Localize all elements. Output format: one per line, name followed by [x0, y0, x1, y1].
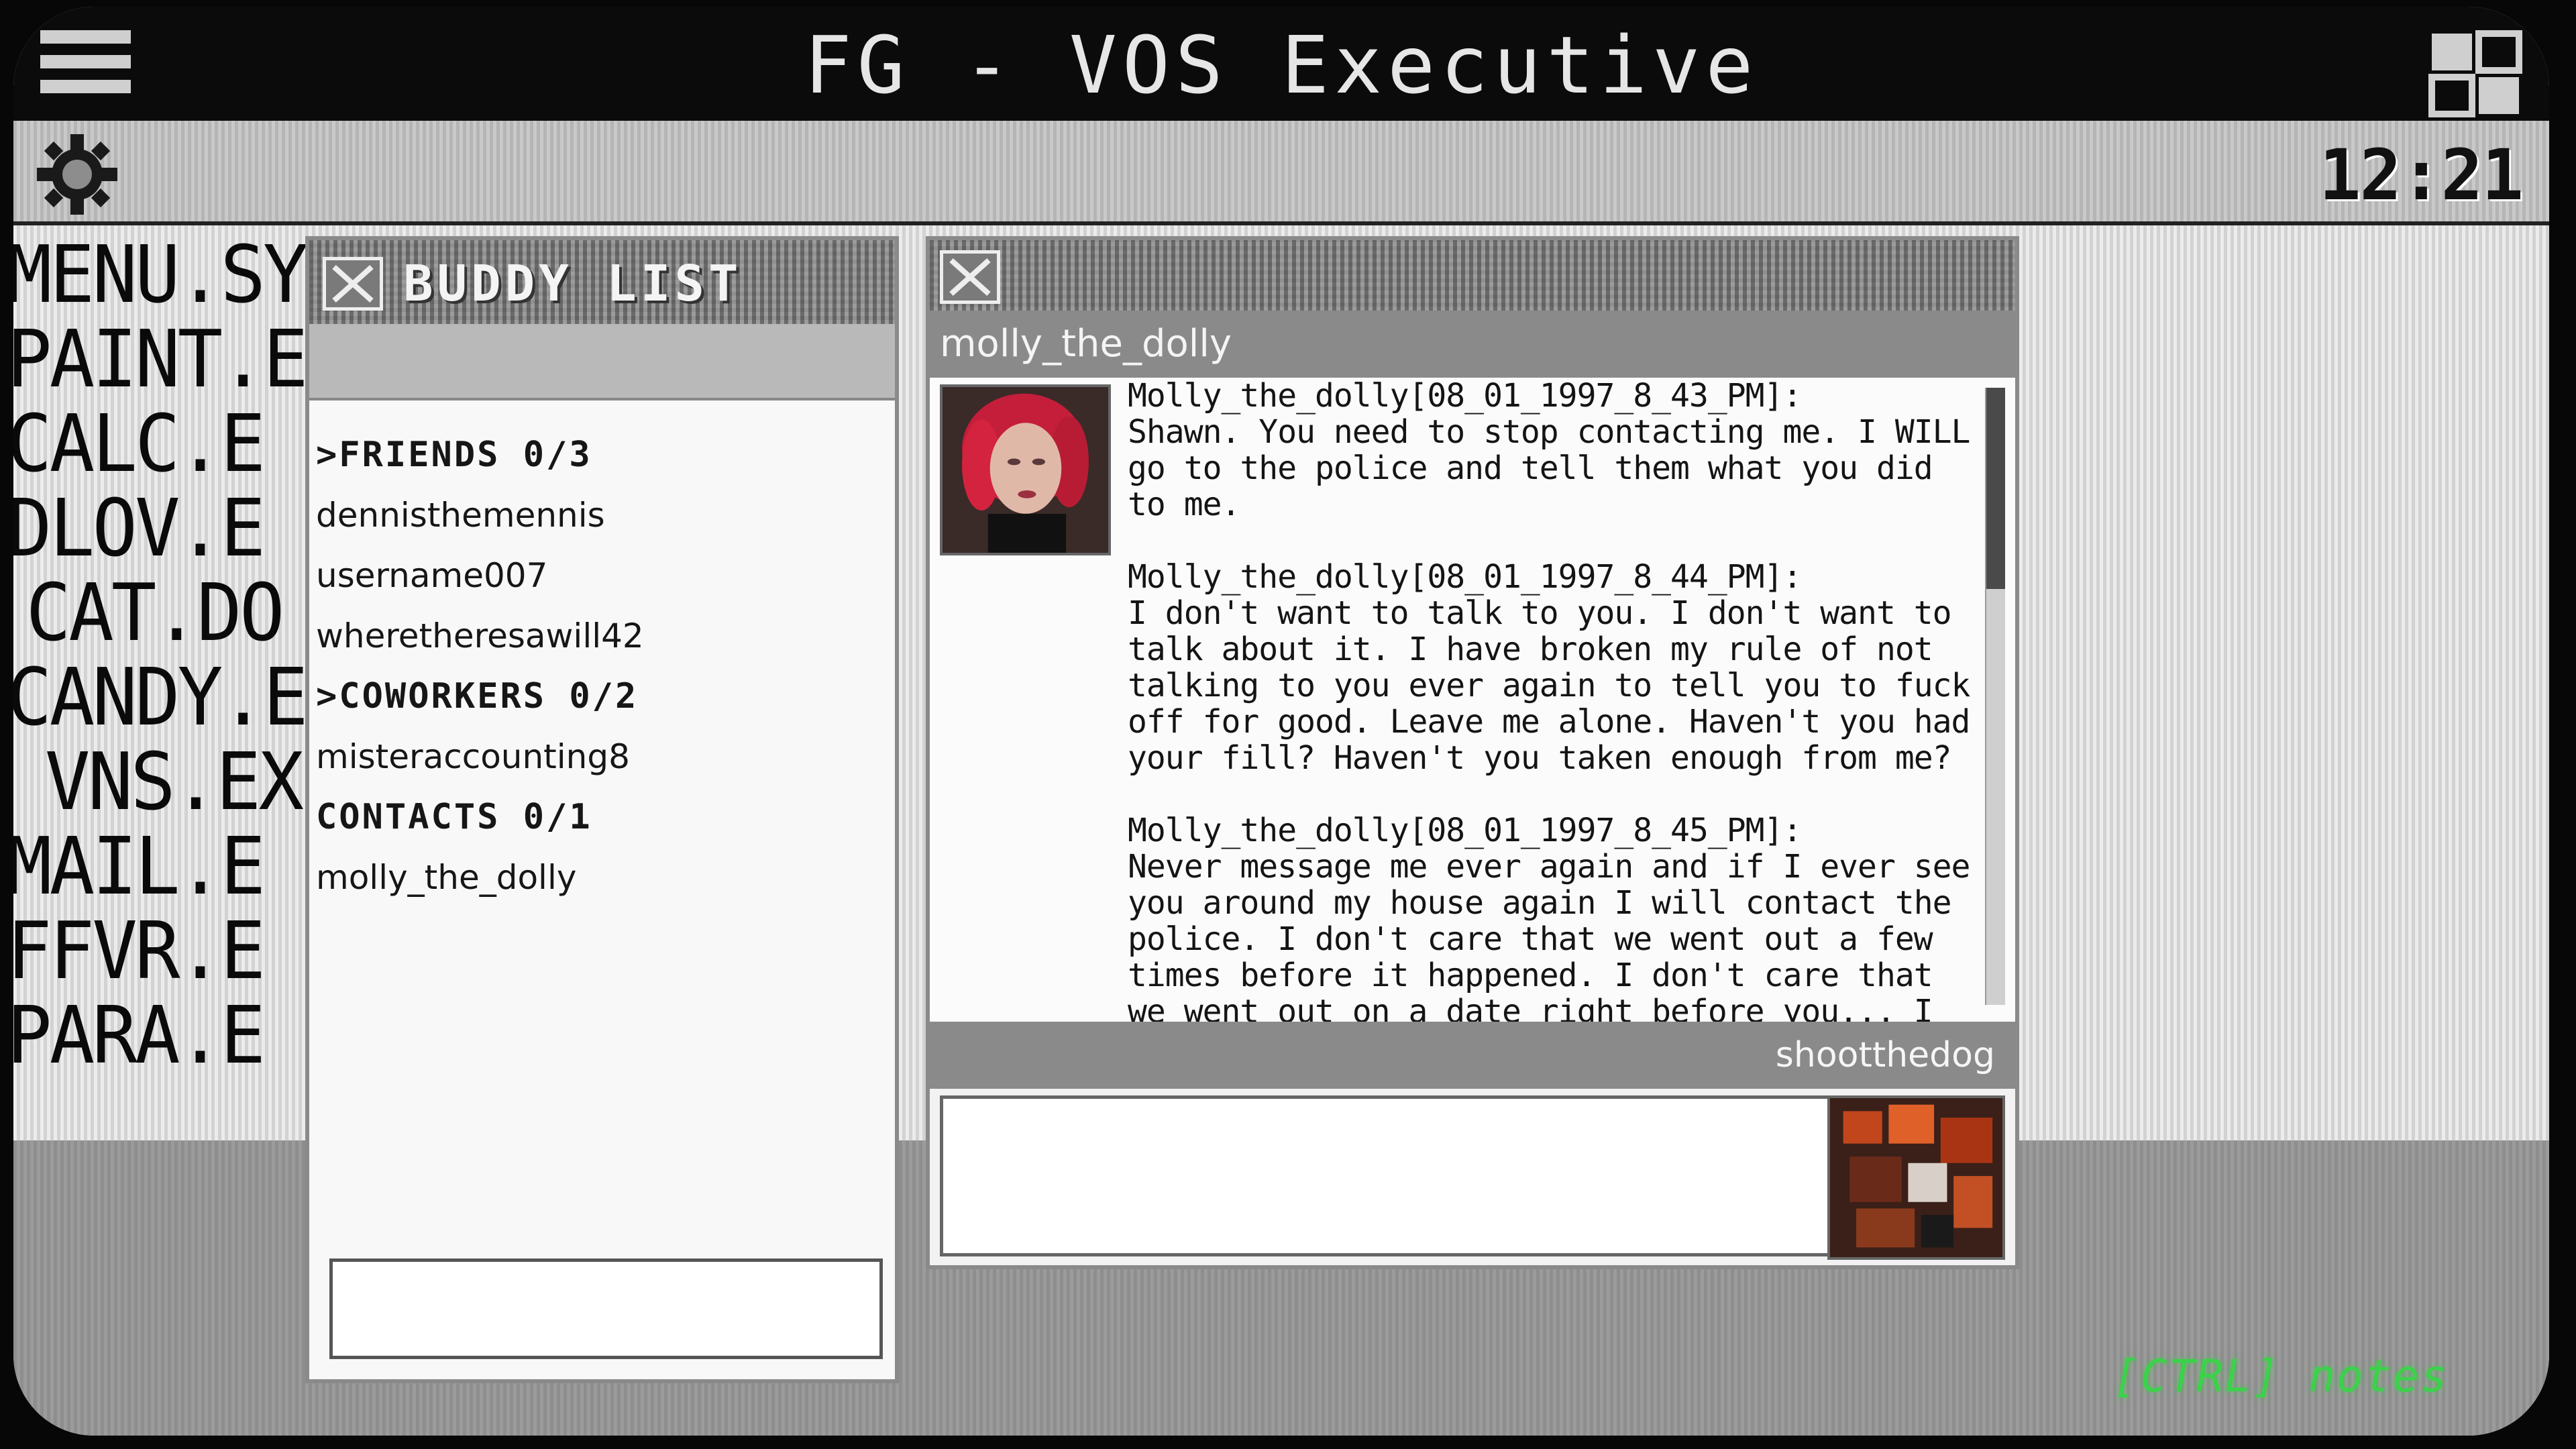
- desktop-file[interactable]: MAIL.E: [13, 824, 281, 908]
- desktop-file[interactable]: FFVR.E: [13, 908, 281, 993]
- buddy-groups: >FRIENDS 0/3 dennisthemennis username007…: [309, 425, 895, 908]
- message: Molly_the_dolly[08_01_1997_8_45_PM]: Nev…: [1128, 812, 1975, 1022]
- message: Molly_the_dolly[08_01_1997_8_44_PM]: I d…: [1128, 559, 1975, 776]
- message: Molly_the_dolly[08_01_1997_8_43_PM]: Sha…: [1128, 378, 1975, 523]
- message-text: I don't want to talk to you. I don't wan…: [1128, 594, 1970, 777]
- gear-icon[interactable]: [34, 131, 121, 218]
- buddy-item[interactable]: molly_the_dolly: [309, 847, 895, 908]
- contact-avatar: [940, 384, 1111, 555]
- buddy-item[interactable]: misteraccounting8: [309, 727, 895, 787]
- desktop-file[interactable]: CAT.DO: [13, 570, 285, 655]
- buddy-list-header[interactable]: BUDDY LIST: [309, 240, 895, 324]
- group-header[interactable]: CONTACTS 0/1: [309, 787, 895, 847]
- ctrl-notes-hint: [CTRL] notes: [2112, 1350, 2449, 1402]
- self-username: shootthedog: [930, 1022, 2015, 1089]
- message-text: Shawn. You need to stop contacting me. I…: [1128, 413, 1970, 523]
- desktop-file[interactable]: MENU.SY: [13, 232, 309, 317]
- group-header[interactable]: >COWORKERS 0/2: [309, 666, 895, 727]
- self-avatar: [1827, 1095, 2005, 1260]
- desktop-file[interactable]: PARA.E: [13, 993, 281, 1077]
- buddy-list-toolbar: [309, 324, 895, 400]
- desktop-file[interactable]: PAINT.E: [13, 317, 309, 401]
- close-icon: [949, 258, 991, 296]
- buddy-item[interactable]: wheretheresawill42: [309, 606, 895, 666]
- window-switch-icon[interactable]: [2428, 30, 2522, 117]
- os-title: FG - VOS Executive: [804, 19, 1759, 111]
- close-icon: [332, 265, 374, 303]
- group-contacts: CONTACTS 0/1 molly_the_dolly: [309, 787, 895, 908]
- message-header: Molly_the_dolly[08_01_1997_8_45_PM]:: [1128, 812, 1802, 849]
- chat-contact-name: molly_the_dolly: [930, 311, 2015, 378]
- group-coworkers: >COWORKERS 0/2 misteraccounting8: [309, 666, 895, 787]
- message-text: Never message me ever again and if I eve…: [1128, 848, 1970, 1022]
- scroll-thumb[interactable]: [1986, 388, 2005, 589]
- crt-screen: FG - VOS Executive 12:21 MENU.SY PAINT.E…: [13, 7, 2549, 1436]
- group-friends: >FRIENDS 0/3 dennisthemennis username007…: [309, 425, 895, 666]
- desktop-file-list: MENU.SY PAINT.E CALC.E DLOV.E CAT.DO CAN…: [13, 232, 309, 1077]
- status-bar: 12:21: [13, 121, 2549, 225]
- buddy-list-title: BUDDY LIST: [403, 255, 743, 313]
- message-header: Molly_the_dolly[08_01_1997_8_43_PM]:: [1128, 378, 1802, 415]
- buddy-item[interactable]: dennisthemennis: [309, 485, 895, 545]
- close-button[interactable]: [323, 257, 383, 311]
- message-list: Molly_the_dolly[08_01_1997_8_43_PM]: Sha…: [1128, 378, 1975, 1022]
- chat-scrollbar[interactable]: [1985, 388, 2005, 1005]
- clock: 12:21: [2318, 134, 2524, 216]
- buddy-item[interactable]: username007: [309, 545, 895, 606]
- desktop-file[interactable]: VNS.EX: [13, 739, 304, 824]
- buddy-search-input[interactable]: [329, 1258, 883, 1359]
- chat-history[interactable]: Molly_the_dolly[08_01_1997_8_43_PM]: Sha…: [930, 378, 2015, 1022]
- chat-window: molly_the_dolly Molly_the_dolly[08_01_19…: [926, 236, 2019, 1269]
- desktop-file[interactable]: DLOV.E: [13, 486, 281, 570]
- group-header[interactable]: >FRIENDS 0/3: [309, 425, 895, 485]
- buddy-list-window: BUDDY LIST >FRIENDS 0/3 dennisthemennis …: [305, 236, 899, 1383]
- close-button[interactable]: [940, 250, 1000, 304]
- desktop-file[interactable]: CANDY.E: [13, 655, 309, 739]
- message-header: Molly_the_dolly[08_01_1997_8_44_PM]:: [1128, 558, 1802, 596]
- desktop-file[interactable]: CALC.E: [13, 401, 281, 486]
- chat-header[interactable]: [930, 240, 2015, 311]
- title-bar: FG - VOS Executive: [13, 7, 2549, 121]
- message-input[interactable]: [940, 1095, 1832, 1256]
